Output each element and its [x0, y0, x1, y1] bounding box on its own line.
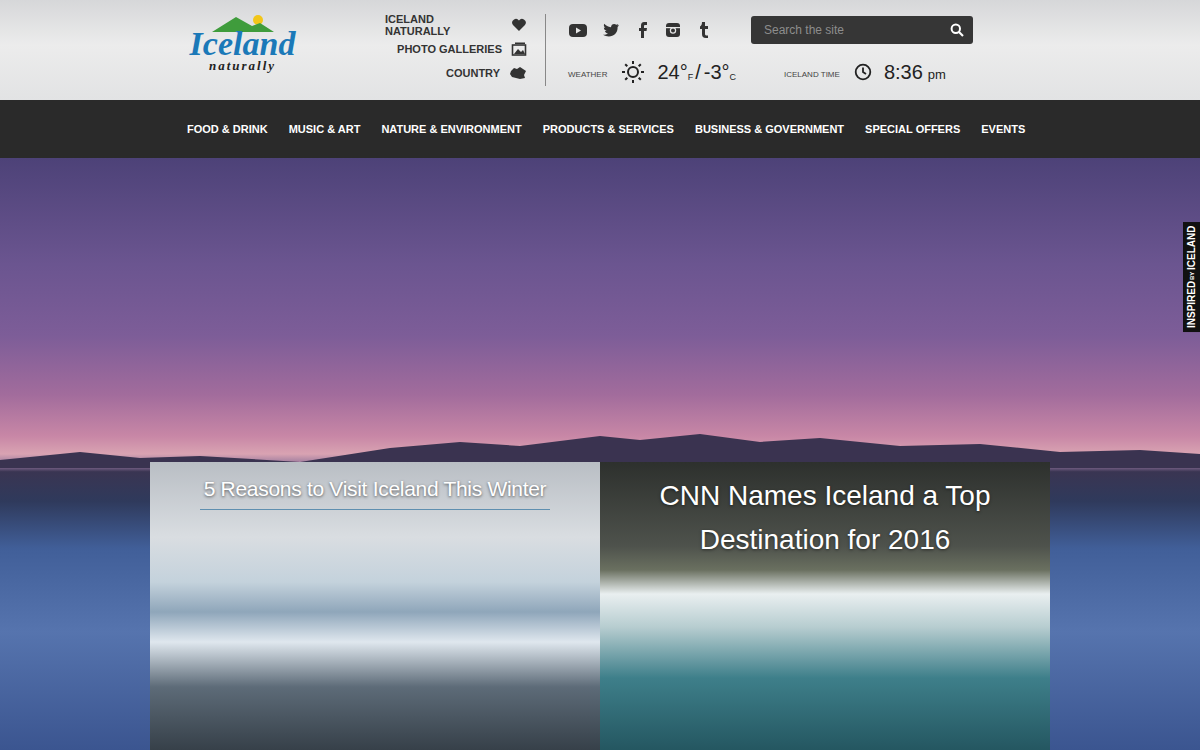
nav-item[interactable]: NATURE & ENVIRONMENT	[381, 123, 521, 135]
feature-card[interactable]: 5 Reasons to Visit Iceland This Winter	[150, 462, 600, 750]
celsius-unit: C	[730, 72, 737, 82]
nav-item[interactable]: MUSIC & ART	[289, 123, 361, 135]
inspired-by-iceland-tab[interactable]: INSPIREDBYICELAND	[1183, 222, 1200, 332]
temperature-separator: /	[695, 61, 701, 84]
nav-item[interactable]: BUSINESS & GOVERNMENT	[695, 123, 844, 135]
search-placeholder: Search the site	[764, 23, 844, 37]
country-map-icon	[509, 65, 527, 81]
clock-icon	[854, 63, 872, 81]
nav-item[interactable]: SPECIAL OFFERS	[865, 123, 960, 135]
twitter-icon[interactable]	[602, 21, 620, 39]
title-underline	[200, 509, 550, 510]
temperature-fahrenheit: 24°	[657, 61, 687, 84]
feature-card[interactable]: CNN Names Iceland a Top Destination for …	[600, 462, 1050, 750]
logo-tagline: naturally	[209, 58, 276, 74]
utility-links: ICELAND NATURALLY PHOTO GALLERIES COUNTR…	[385, 0, 527, 100]
feature-cards: 5 Reasons to Visit Iceland This Winter C…	[150, 462, 1050, 750]
logo-name: Iceland	[190, 26, 296, 62]
nav-item[interactable]: EVENTS	[981, 123, 1025, 135]
nav-item[interactable]: PRODUCTS & SERVICES	[543, 123, 674, 135]
utility-link[interactable]: PHOTO GALLERIES	[397, 40, 527, 58]
instagram-icon[interactable]	[664, 21, 682, 39]
header-divider	[545, 14, 546, 86]
time-value: 8:36	[884, 61, 923, 84]
time-label: ICELAND TIME	[784, 70, 840, 79]
social-links	[568, 20, 712, 40]
temperature-celsius: -3°	[704, 61, 730, 84]
page: Iceland naturally ICELAND NATURALLY PHOT…	[0, 0, 1200, 750]
utility-link[interactable]: ICELAND NATURALLY	[385, 16, 527, 34]
sun-icon	[621, 60, 645, 84]
search-icon[interactable]	[950, 23, 964, 37]
site-header: Iceland naturally ICELAND NATURALLY PHOT…	[0, 0, 1200, 100]
weather: WEATHER 24°F / -3°C	[568, 60, 736, 84]
search-field[interactable]: Search the site	[751, 16, 973, 44]
main-nav: FOOD & DRINK MUSIC & ART NATURE & ENVIRONM…	[0, 100, 1200, 158]
gallery-icon	[511, 41, 527, 57]
tumblr-icon[interactable]	[696, 21, 712, 39]
time-period: pm	[928, 67, 946, 82]
utility-link[interactable]: COUNTRY	[446, 64, 527, 82]
facebook-icon[interactable]	[634, 21, 650, 39]
iceland-time: ICELAND TIME 8:36 pm	[784, 61, 946, 84]
weather-label: WEATHER	[568, 70, 607, 79]
header-right: Search the site WEATHER 24°F / -3°C ICEL…	[568, 0, 973, 100]
logo[interactable]: Iceland naturally	[180, 0, 305, 100]
nav-item[interactable]: FOOD & DRINK	[187, 123, 268, 135]
card-title: CNN Names Iceland a Top Destination for …	[600, 474, 1050, 562]
heart-icon	[511, 17, 527, 33]
card-title: 5 Reasons to Visit Iceland This Winter	[192, 477, 559, 501]
youtube-icon[interactable]	[568, 20, 588, 40]
fahrenheit-unit: F	[688, 72, 694, 82]
hero: INSPIREDBYICELAND 5 Reasons to Visit Ice…	[0, 158, 1200, 750]
